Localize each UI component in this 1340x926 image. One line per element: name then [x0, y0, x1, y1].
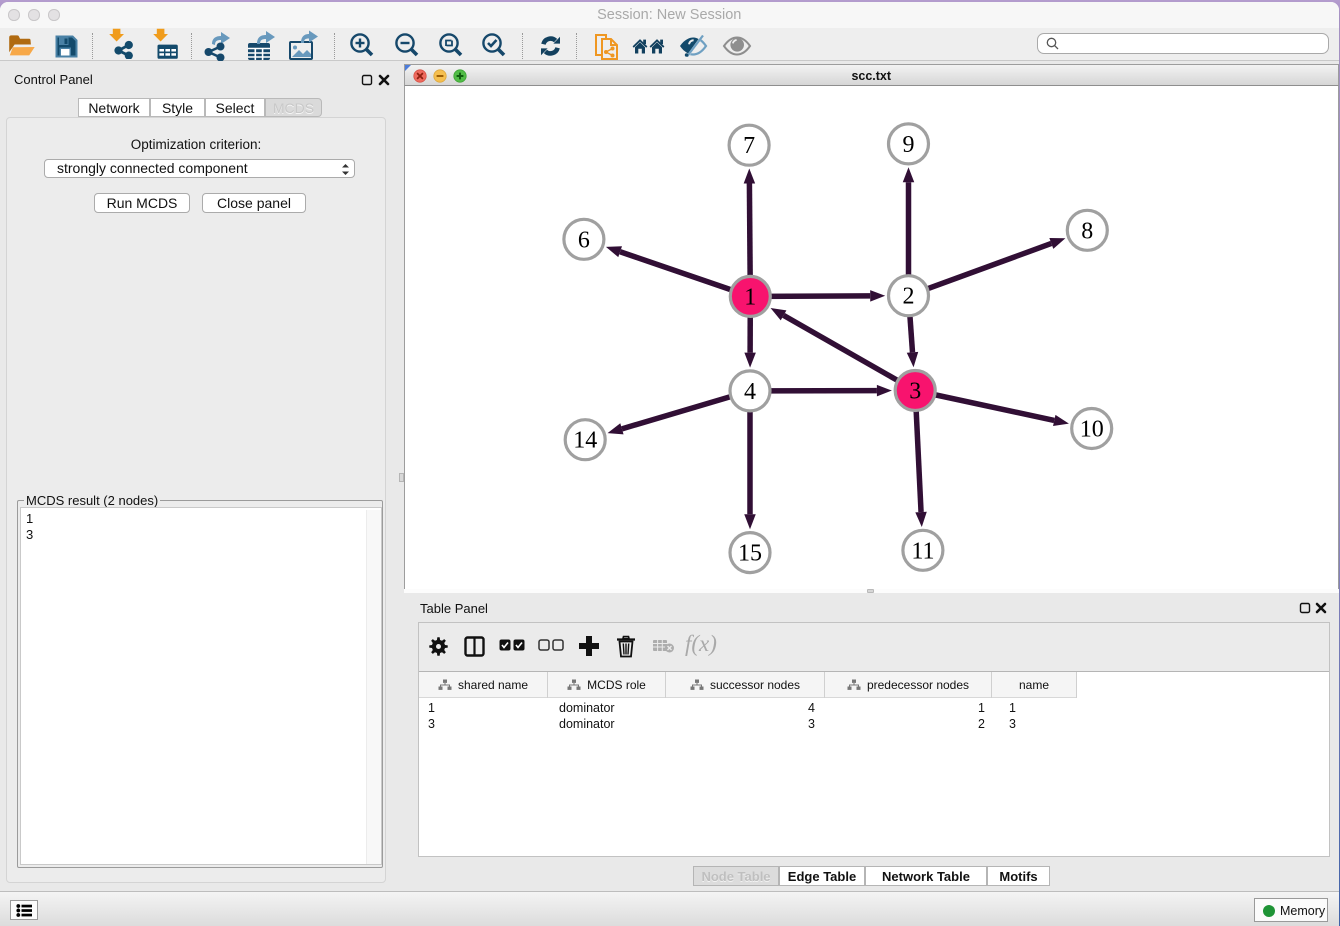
svg-text:7: 7 [743, 133, 755, 159]
svg-text:15: 15 [738, 541, 762, 567]
svg-text:8: 8 [1081, 218, 1093, 244]
svg-text:10: 10 [1080, 417, 1104, 443]
svg-text:11: 11 [911, 538, 934, 564]
svg-text:2: 2 [903, 284, 915, 310]
svg-text:9: 9 [903, 132, 915, 158]
svg-text:1: 1 [744, 284, 756, 310]
svg-text:6: 6 [578, 227, 590, 253]
svg-text:4: 4 [744, 379, 756, 405]
svg-text:14: 14 [573, 428, 597, 454]
svg-text:3: 3 [909, 379, 921, 405]
